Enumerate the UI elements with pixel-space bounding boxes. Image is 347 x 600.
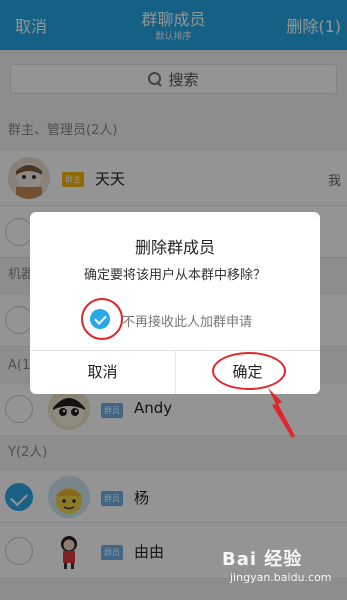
watermark-url: jingyan.baidu.com xyxy=(230,571,332,584)
dialog-message: 确定要将该用户从本群中移除？ xyxy=(83,268,266,283)
reject-requests-label[interactable]: 不再接收此人加群申请 xyxy=(122,311,252,330)
dialog-title: 删除群成员 xyxy=(134,238,215,257)
delete-member-dialog: 删除群成员 确定要将该用户从本群中移除？ 不再接收此人加群申请 取消 确定 xyxy=(30,212,320,394)
dialog-cancel-button[interactable]: 取消 xyxy=(30,350,175,394)
reject-requests-checkbox[interactable] xyxy=(90,309,110,329)
baidu-jingyan-watermark: Bai 经验 jingyan.baidu.com xyxy=(222,545,342,595)
annotation-arrow xyxy=(268,388,295,438)
watermark-logo-text: Bai 经验 xyxy=(222,549,303,570)
